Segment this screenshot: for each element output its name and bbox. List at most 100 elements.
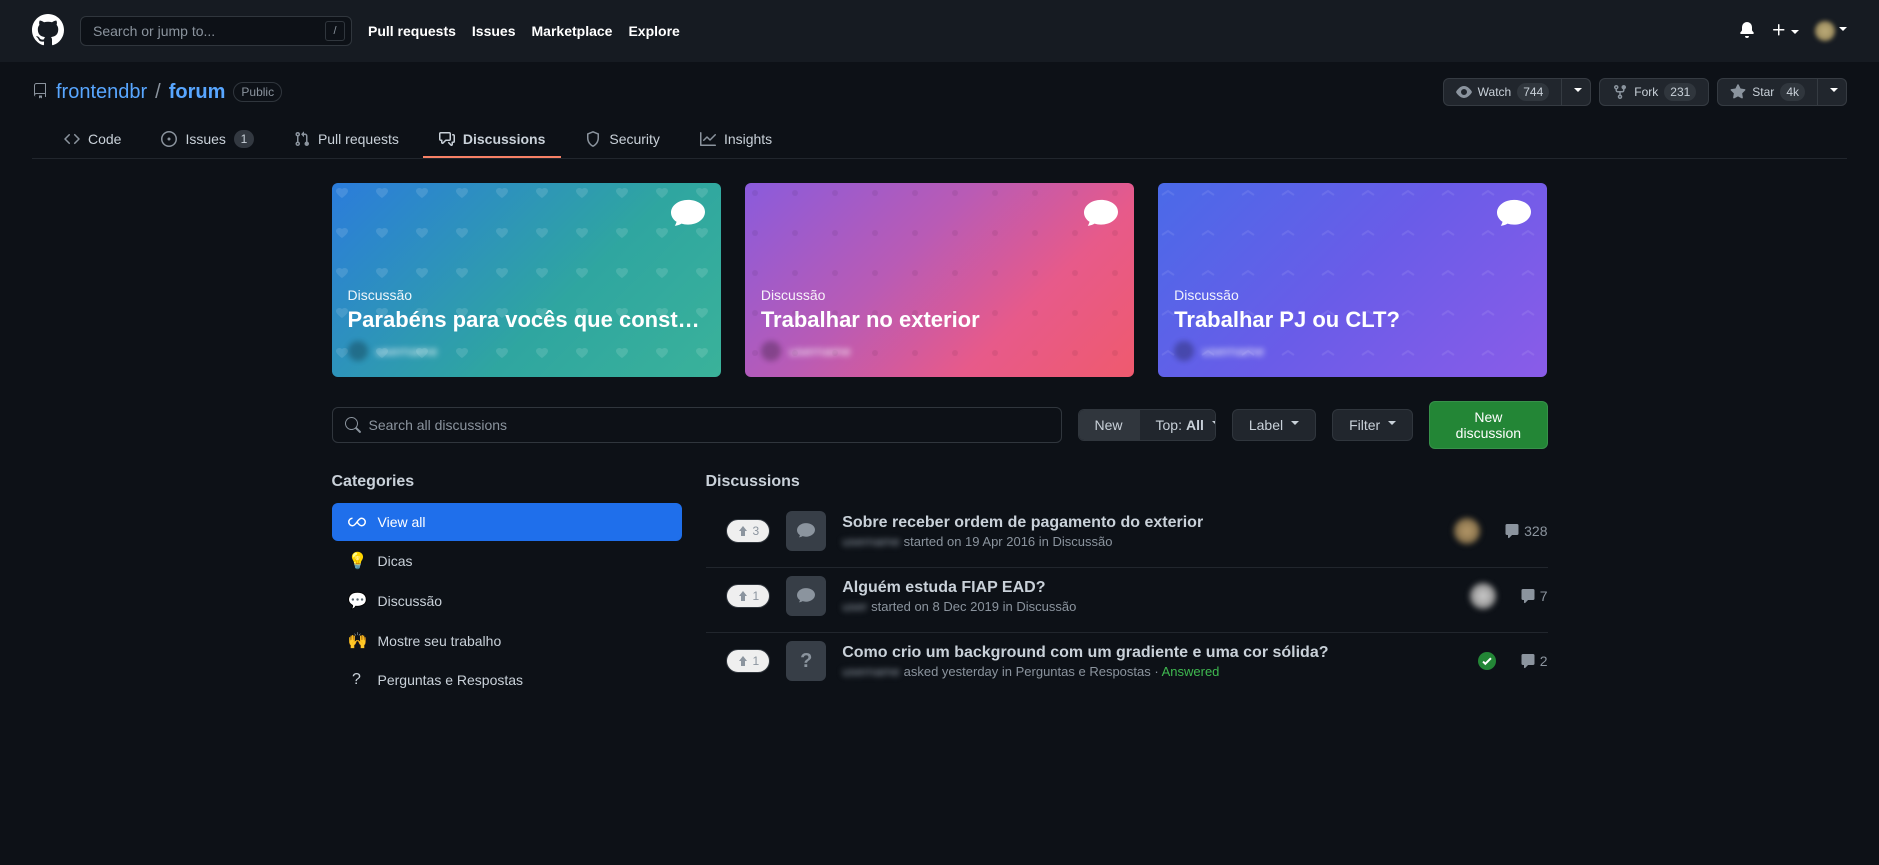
star-button[interactable]: Star 4k (1717, 78, 1818, 106)
speech-bubble-icon (671, 199, 705, 232)
chat-icon (797, 587, 815, 605)
discussion-row: 1 Alguém estuda FIAP EAD? user started o… (706, 568, 1548, 633)
discussion-meta: username started on 19 Apr 2016 in Discu… (842, 534, 1438, 549)
discussion-author[interactable]: user (842, 599, 867, 614)
spotlight-category: Discussão (761, 287, 1118, 303)
discussion-right: 2 (1478, 652, 1548, 670)
search-discussions-input[interactable]: Search all discussions (332, 407, 1062, 443)
caret-down-icon (1574, 88, 1582, 96)
upvote-button[interactable]: 3 (726, 519, 771, 543)
discussion-row: 1 ? Como crio um background com um gradi… (706, 633, 1548, 697)
discussion-title-link[interactable]: Como crio um background com um gradiente… (842, 644, 1328, 661)
create-new-icon[interactable] (1771, 22, 1799, 41)
nav-explore[interactable]: Explore (628, 23, 679, 39)
arrow-up-icon (737, 525, 749, 537)
spotlight-category: Discussão (1174, 287, 1531, 303)
filter-label: Filter (1349, 417, 1380, 433)
discussion-type-icon: ? (786, 641, 826, 681)
comments-count: 2 (1540, 653, 1548, 669)
arrow-up-icon (737, 655, 749, 667)
discussions-layout: Categories View all 💡 Dicas 💬 Discussão … (332, 473, 1548, 699)
issue-icon (161, 131, 177, 147)
comments-count: 328 (1524, 523, 1547, 539)
search-discussions-placeholder: Search all discussions (369, 417, 508, 433)
comment-icon (1520, 653, 1536, 669)
discussion-meta-text: started on 8 Dec 2019 in Discussão (867, 599, 1076, 614)
star-icon (1730, 84, 1746, 100)
discussion-body: Alguém estuda FIAP EAD? user started on … (842, 579, 1454, 614)
label-filter-button[interactable]: Label (1232, 409, 1316, 441)
discussion-author[interactable]: username (842, 534, 900, 549)
category-perguntas[interactable]: ? Perguntas e Respostas (332, 661, 682, 699)
comments-link[interactable]: 7 (1520, 588, 1548, 604)
sort-segment: New Top: All (1078, 409, 1216, 441)
category-view-all[interactable]: View all (332, 503, 682, 541)
tab-discussions[interactable]: Discussions (423, 122, 561, 158)
spotlight-card[interactable]: Discussão Parabéns para vocês que constr… (332, 183, 721, 377)
caret-down-icon (1839, 27, 1847, 35)
comments-link[interactable]: 328 (1504, 523, 1547, 539)
spotlight-card[interactable]: Discussão Trabalhar PJ ou CLT? username (1158, 183, 1547, 377)
new-discussion-button[interactable]: New discussion (1429, 401, 1547, 449)
watch-menu-button[interactable] (1562, 78, 1591, 106)
star-menu-button[interactable] (1818, 78, 1847, 106)
discussion-title-link[interactable]: Alguém estuda FIAP EAD? (842, 579, 1045, 596)
category-label: Discussão (378, 593, 443, 609)
participant-avatar[interactable] (1454, 518, 1480, 544)
notifications-icon[interactable] (1739, 22, 1755, 41)
chat-icon (797, 522, 815, 540)
tab-insights[interactable]: Insights (684, 122, 788, 158)
participant-avatar[interactable] (1470, 583, 1496, 609)
categories-heading: Categories (332, 473, 682, 491)
nav-marketplace[interactable]: Marketplace (532, 23, 613, 39)
spotlight-category: Discussão (348, 287, 705, 303)
fork-button[interactable]: Fork 231 (1599, 78, 1709, 106)
comments-link[interactable]: 2 (1520, 653, 1548, 669)
tab-security[interactable]: Security (569, 122, 676, 158)
repo-nav: Code Issues 1 Pull requests Discussions … (32, 122, 1847, 159)
repo-owner-link[interactable]: frontendbr (56, 81, 147, 104)
tab-pull-requests[interactable]: Pull requests (278, 122, 415, 158)
category-mostre[interactable]: 🙌 Mostre seu trabalho (332, 621, 682, 661)
nav-pull-requests[interactable]: Pull requests (368, 23, 456, 39)
sort-top-button[interactable]: Top: All (1139, 410, 1216, 440)
discussion-author[interactable]: username (842, 664, 900, 679)
label-filter-label: Label (1249, 417, 1283, 433)
discussions-toolbar: Search all discussions New Top: All Labe… (332, 401, 1548, 449)
tab-issues[interactable]: Issues 1 (145, 122, 269, 158)
discussion-type-icon (786, 576, 826, 616)
raised-hands-icon: 🙌 (348, 631, 366, 651)
watch-label: Watch (1478, 85, 1512, 99)
discussion-row: 3 Sobre receber ordem de pagamento do ex… (706, 503, 1548, 568)
pull-request-icon (294, 131, 310, 147)
discussions-heading: Discussions (706, 473, 1548, 491)
tab-code[interactable]: Code (48, 122, 137, 158)
spotlight-author: username (1174, 341, 1531, 361)
github-logo[interactable] (32, 14, 64, 49)
global-search[interactable]: Search or jump to... / (80, 16, 352, 46)
upvote-button[interactable]: 1 (726, 584, 771, 608)
sort-top-prefix: Top: (1156, 417, 1182, 433)
category-discussao[interactable]: 💬 Discussão (332, 581, 682, 621)
shield-icon (585, 131, 601, 147)
filter-button[interactable]: Filter (1332, 409, 1413, 441)
user-menu[interactable] (1815, 21, 1847, 41)
repo-actions: Watch 744 Fork 231 Star 4k (1443, 78, 1847, 106)
caret-down-icon (1791, 30, 1799, 38)
upvote-button[interactable]: 1 (726, 649, 771, 673)
repo-name-link[interactable]: forum (169, 81, 226, 103)
tab-issues-label: Issues (185, 131, 225, 147)
category-dicas[interactable]: 💡 Dicas (332, 541, 682, 581)
speech-bubble-icon (1084, 199, 1118, 232)
path-separator: / (155, 81, 161, 104)
watch-button[interactable]: Watch 744 (1443, 78, 1563, 106)
bulb-icon: 💡 (348, 551, 366, 571)
spotlight-card[interactable]: Discussão Trabalhar no exterior username (745, 183, 1134, 377)
discussion-meta: user started on 8 Dec 2019 in Discussão (842, 599, 1454, 614)
caret-down-icon (1830, 88, 1838, 96)
nav-issues[interactable]: Issues (472, 23, 516, 39)
tab-code-label: Code (88, 131, 121, 147)
discussion-title-link[interactable]: Sobre receber ordem de pagamento do exte… (842, 514, 1203, 531)
sort-new-button[interactable]: New (1079, 410, 1139, 440)
vote-count: 1 (753, 589, 760, 603)
